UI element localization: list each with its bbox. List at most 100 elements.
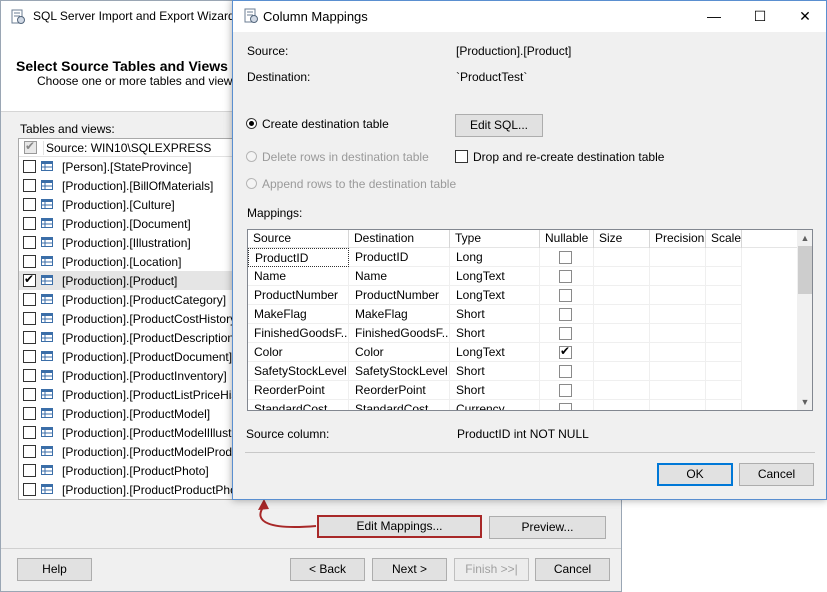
table-row[interactable]: [Production].[ProductModel] <box>19 404 235 423</box>
mapping-type-cell[interactable]: LongText <box>450 267 540 286</box>
scroll-up-icon[interactable]: ▲ <box>797 230 812 246</box>
mapping-empty-cell[interactable] <box>594 248 650 267</box>
edit-sql-button[interactable]: Edit SQL... <box>455 114 543 137</box>
table-row-checkbox[interactable] <box>23 426 36 439</box>
mapping-nullable-cell[interactable] <box>540 248 594 267</box>
scroll-thumb[interactable] <box>798 246 812 294</box>
maximize-icon[interactable]: ☐ <box>737 1 783 31</box>
table-row[interactable]: [Production].[ProductDescription] <box>19 328 235 347</box>
mapping-nullable-cell[interactable] <box>540 381 594 400</box>
mapping-empty-cell[interactable] <box>706 381 742 400</box>
mapping-empty-cell[interactable] <box>594 343 650 362</box>
mapping-destination-cell[interactable]: StandardCost <box>349 400 450 410</box>
mapping-source-cell[interactable]: SafetyStockLevel <box>248 362 349 381</box>
table-row-checkbox[interactable] <box>23 293 36 306</box>
table-row-checkbox[interactable] <box>23 331 36 344</box>
mapping-row[interactable]: Name Name LongText <box>248 267 797 286</box>
delete-rows-radio[interactable] <box>246 151 257 162</box>
mapping-empty-cell[interactable] <box>594 381 650 400</box>
mapping-source-cell[interactable]: ProductNumber <box>248 286 349 305</box>
nullable-checkbox[interactable] <box>559 403 572 410</box>
next-button[interactable]: Next > <box>372 558 447 581</box>
mapping-row[interactable]: SafetyStockLevel SafetyStockLevel Short <box>248 362 797 381</box>
nullable-checkbox[interactable] <box>559 289 572 302</box>
tables-list[interactable]: ✔ Source: WIN10\SQLEXPRESS [Person].[Sta… <box>18 138 236 500</box>
mapping-nullable-cell[interactable] <box>540 400 594 410</box>
mapping-source-cell[interactable]: StandardCost <box>248 400 349 410</box>
select-all-checkbox[interactable]: ✔ <box>24 139 37 154</box>
table-row-checkbox[interactable] <box>23 312 36 325</box>
table-row[interactable]: [Production].[Location] <box>19 252 235 271</box>
table-row[interactable]: [Production].[BillOfMaterials] <box>19 176 235 195</box>
mapping-empty-cell[interactable] <box>650 305 706 324</box>
help-button[interactable]: Help <box>17 558 92 581</box>
nullable-checkbox[interactable] <box>559 308 572 321</box>
mapping-row[interactable]: FinishedGoodsF... FinishedGoodsF... Short <box>248 324 797 343</box>
mapping-row[interactable]: ProductNumber ProductNumber LongText <box>248 286 797 305</box>
mappings-grid[interactable]: Source Destination Type Nullable Size Precisi… <box>247 229 813 411</box>
mapping-destination-cell[interactable]: Name <box>349 267 450 286</box>
table-row-checkbox[interactable] <box>23 179 36 192</box>
minimize-icon[interactable]: — <box>691 1 737 31</box>
mapping-empty-cell[interactable] <box>594 267 650 286</box>
table-row-checkbox[interactable] <box>23 407 36 420</box>
mapping-empty-cell[interactable] <box>650 286 706 305</box>
grid-column-header[interactable]: Scale <box>706 230 742 248</box>
table-row-checkbox[interactable] <box>23 445 36 458</box>
nullable-checkbox[interactable] <box>559 384 572 397</box>
edit-mappings-button[interactable]: Edit Mappings... <box>317 515 482 538</box>
mapping-empty-cell[interactable] <box>650 362 706 381</box>
mapping-source-cell[interactable]: FinishedGoodsF... <box>248 324 349 343</box>
table-row-checkbox[interactable] <box>23 236 36 249</box>
mapping-nullable-cell[interactable]: ✔ <box>540 343 594 362</box>
table-row[interactable]: [Production].[ProductInventory] <box>19 366 235 385</box>
grid-column-header[interactable]: Nullable <box>540 230 594 248</box>
mapping-destination-cell[interactable]: ProductID <box>349 248 450 267</box>
mapping-empty-cell[interactable] <box>594 362 650 381</box>
mapping-row[interactable]: ReorderPoint ReorderPoint Short <box>248 381 797 400</box>
table-row[interactable]: [Production].[ProductModelIllustration] <box>19 423 235 442</box>
mapping-nullable-cell[interactable] <box>540 267 594 286</box>
mapping-destination-cell[interactable]: Color <box>349 343 450 362</box>
table-row[interactable]: [Production].[ProductCategory] <box>19 290 235 309</box>
table-row-checkbox[interactable] <box>23 388 36 401</box>
table-row[interactable]: [Production].[ProductModelProductD <box>19 442 235 461</box>
mapping-source-cell[interactable]: ProductID <box>248 248 349 267</box>
nullable-checkbox[interactable] <box>559 365 572 378</box>
mapping-destination-cell[interactable]: SafetyStockLevel <box>349 362 450 381</box>
preview-button[interactable]: Preview... <box>489 516 606 539</box>
mapping-type-cell[interactable]: Short <box>450 362 540 381</box>
table-row-checkbox[interactable] <box>23 464 36 477</box>
mapping-nullable-cell[interactable] <box>540 324 594 343</box>
table-row[interactable]: [Production].[ProductCostHistory] <box>19 309 235 328</box>
table-row[interactable]: [Production].[ProductProductPhoto] <box>19 480 235 499</box>
mappings-vertical-scrollbar[interactable]: ▲ ▼ <box>797 230 812 410</box>
table-row-checkbox[interactable]: ✔ <box>23 272 36 287</box>
mapping-empty-cell[interactable] <box>650 324 706 343</box>
mapping-empty-cell[interactable] <box>706 324 742 343</box>
table-row-checkbox[interactable] <box>23 350 36 363</box>
table-row[interactable]: [Production].[Document] <box>19 214 235 233</box>
mapping-empty-cell[interactable] <box>706 267 742 286</box>
mapping-destination-cell[interactable]: ReorderPoint <box>349 381 450 400</box>
table-row-checkbox[interactable] <box>23 160 36 173</box>
mapping-empty-cell[interactable] <box>650 267 706 286</box>
mapping-empty-cell[interactable] <box>594 286 650 305</box>
wizard-cancel-button[interactable]: Cancel <box>535 558 610 581</box>
mapping-type-cell[interactable]: Short <box>450 381 540 400</box>
nullable-checkbox[interactable]: ✔ <box>559 344 572 359</box>
mapping-source-cell[interactable]: ReorderPoint <box>248 381 349 400</box>
table-row[interactable]: [Production].[ProductPhoto] <box>19 461 235 480</box>
mapping-empty-cell[interactable] <box>594 305 650 324</box>
mapping-type-cell[interactable]: LongText <box>450 286 540 305</box>
mapping-empty-cell[interactable] <box>706 343 742 362</box>
mapping-row[interactable]: MakeFlag MakeFlag Short <box>248 305 797 324</box>
mapping-row[interactable]: ProductID ProductID Long <box>248 248 797 267</box>
table-row-checkbox[interactable] <box>23 198 36 211</box>
table-row[interactable]: ✔ [Production].[Product] <box>19 271 235 290</box>
mapping-type-cell[interactable]: Currency <box>450 400 540 410</box>
append-rows-radio[interactable] <box>246 178 257 189</box>
close-icon[interactable]: ✕ <box>782 1 827 31</box>
mapping-row[interactable]: Color Color LongText ✔ <box>248 343 797 362</box>
mapping-empty-cell[interactable] <box>706 248 742 267</box>
